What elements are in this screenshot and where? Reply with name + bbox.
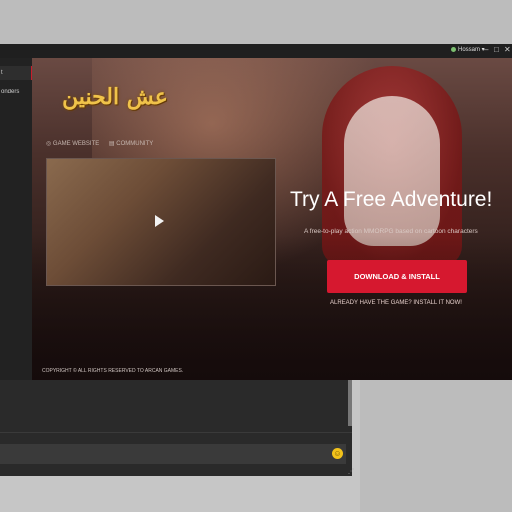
hero-headline: Try A Free Adventure! [290, 188, 493, 211]
hero-subtext: A free-to-play action MMORPG based on ca… [304, 228, 478, 235]
chat-input[interactable]: ☺ [0, 444, 346, 464]
close-button[interactable]: ✕ [504, 45, 511, 54]
sidebar-item-active[interactable]: t [0, 66, 33, 80]
user-name: Hossam ▾ [458, 47, 485, 53]
emoji-icon[interactable]: ☺ [332, 448, 343, 459]
sidebar-item-second[interactable]: onders [0, 89, 31, 95]
copyright-text: COPYRIGHT © ALL RIGHTS RESERVED TO ARCAN… [42, 368, 184, 374]
trailer-video[interactable] [46, 158, 276, 286]
logo-text: عش الحنين [62, 84, 168, 110]
launcher-window: Hossam ▾ – □ ✕ t onders عش الحنين ◎ GAME… [0, 44, 512, 380]
sidebar: t onders [0, 58, 33, 380]
title-bar: Hossam ▾ – □ ✕ [0, 44, 512, 58]
community-link[interactable]: ▤ COMMUNITY [109, 141, 153, 147]
game-hero-banner: عش الحنين ◎ GAME WEBSITE ▤ COMMUNITY Try… [32, 58, 512, 380]
chat-scrollbar[interactable] [348, 380, 352, 426]
maximize-button[interactable]: □ [494, 45, 499, 54]
minimize-button[interactable]: – [484, 45, 488, 54]
chat-panel: ☺ ⋰ [0, 380, 354, 476]
resize-grip-icon[interactable]: ⋰ [348, 468, 354, 475]
user-menu[interactable]: Hossam ▾ [451, 46, 485, 53]
game-links: ◎ GAME WEBSITE ▤ COMMUNITY [46, 140, 161, 147]
download-install-button[interactable]: DOWNLOAD & INSTALL [327, 260, 467, 293]
chat-divider [0, 432, 352, 433]
already-have-link[interactable]: ALREADY HAVE THE GAME? INSTALL IT NOW! [330, 300, 462, 306]
game-website-link[interactable]: ◎ GAME WEBSITE [46, 141, 99, 147]
play-icon[interactable] [155, 215, 164, 227]
game-logo: عش الحنين [54, 72, 176, 130]
user-avatar-icon [451, 47, 456, 52]
